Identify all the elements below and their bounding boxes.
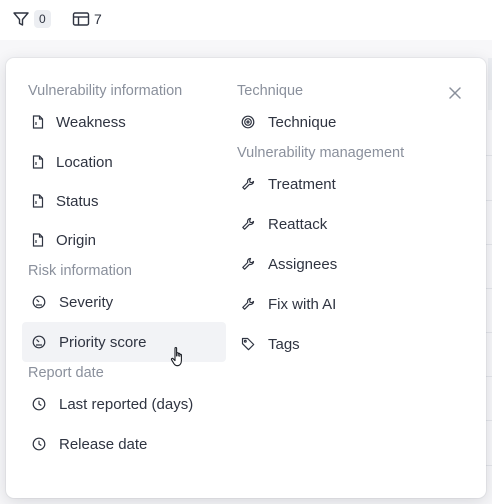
filter-count-badge: 0 — [34, 10, 51, 28]
table-columns-icon — [72, 10, 90, 28]
background-row-divider — [486, 420, 492, 421]
close-icon[interactable] — [447, 85, 463, 101]
menu-item-label: Location — [56, 153, 113, 171]
filter-icon — [12, 10, 30, 28]
clock-icon — [32, 437, 46, 451]
pointer-cursor-icon — [170, 346, 188, 368]
filter-button[interactable]: 0 — [12, 8, 51, 30]
background-table-header — [488, 58, 492, 110]
menu-item-treatment[interactable]: Treatment — [231, 164, 431, 204]
section-heading-vulnerability-management: Vulnerability management — [237, 145, 405, 161]
menu-item-label: Treatment — [268, 175, 336, 193]
menu-column-right: Technique Technique Vulnerability manage… — [231, 80, 431, 364]
document-icon — [32, 194, 46, 208]
tag-icon — [241, 337, 255, 351]
menu-item-fix-with-ai[interactable]: Fix with AI — [231, 284, 431, 324]
menu-item-label: Severity — [59, 293, 114, 311]
background-row-divider — [486, 332, 492, 333]
group-by-menu: Vulnerability information Weakness Locat… — [6, 58, 486, 498]
gauge-icon — [32, 295, 46, 309]
page: 0 7 Vulnerability information Weakness L… — [0, 0, 492, 504]
menu-item-release-date[interactable]: Release date — [22, 424, 226, 464]
gauge-icon — [32, 335, 46, 349]
menu-item-origin[interactable]: Origin — [22, 220, 226, 260]
background-row-divider — [486, 155, 492, 156]
background-row-divider — [486, 376, 492, 377]
wrench-icon — [241, 257, 255, 271]
section-heading-technique: Technique — [237, 83, 304, 99]
menu-item-label: Reattack — [268, 215, 328, 233]
menu-item-status[interactable]: Status — [22, 182, 226, 220]
document-icon — [32, 233, 46, 247]
menu-item-tags[interactable]: Tags — [231, 324, 431, 364]
menu-item-label: Assignees — [268, 255, 338, 273]
menu-item-label: Priority score — [59, 333, 147, 351]
menu-column-left: Vulnerability information Weakness Locat… — [22, 80, 226, 464]
section-heading-vulnerability-information: Vulnerability information — [28, 83, 183, 99]
target-icon — [241, 115, 255, 129]
wrench-icon — [241, 177, 255, 191]
background-row-divider — [486, 244, 492, 245]
columns-button[interactable]: 7 — [72, 8, 102, 30]
menu-item-severity[interactable]: Severity — [22, 282, 226, 322]
background-row-divider — [486, 200, 492, 201]
clock-icon — [32, 397, 46, 411]
menu-item-assignees[interactable]: Assignees — [231, 244, 431, 284]
menu-item-location[interactable]: Location — [22, 142, 226, 182]
menu-item-label: Weakness — [56, 113, 126, 131]
section-heading-risk-information: Risk information — [28, 263, 132, 279]
menu-item-weakness[interactable]: Weakness — [22, 102, 226, 142]
menu-item-label: Release date — [59, 435, 148, 453]
wrench-icon — [241, 217, 255, 231]
menu-item-label: Status — [56, 192, 99, 210]
document-icon — [32, 115, 46, 129]
columns-count: 7 — [94, 11, 102, 27]
toolbar: 0 7 — [0, 0, 492, 40]
menu-item-technique[interactable]: Technique — [231, 102, 431, 142]
background-row-divider — [486, 288, 492, 289]
menu-item-label: Technique — [268, 113, 337, 131]
menu-item-label: Tags — [268, 335, 300, 353]
menu-item-priority-score[interactable]: Priority score — [22, 322, 226, 362]
menu-item-label: Last reported (days) — [59, 395, 194, 413]
background-row-divider — [486, 465, 492, 466]
menu-item-last-reported[interactable]: Last reported (days) — [22, 384, 226, 424]
wrench-icon — [241, 297, 255, 311]
menu-item-label: Fix with AI — [268, 295, 337, 313]
section-heading-report-date: Report date — [28, 365, 104, 381]
document-icon — [32, 155, 46, 169]
menu-item-label: Origin — [56, 231, 97, 249]
menu-item-reattack[interactable]: Reattack — [231, 204, 431, 244]
